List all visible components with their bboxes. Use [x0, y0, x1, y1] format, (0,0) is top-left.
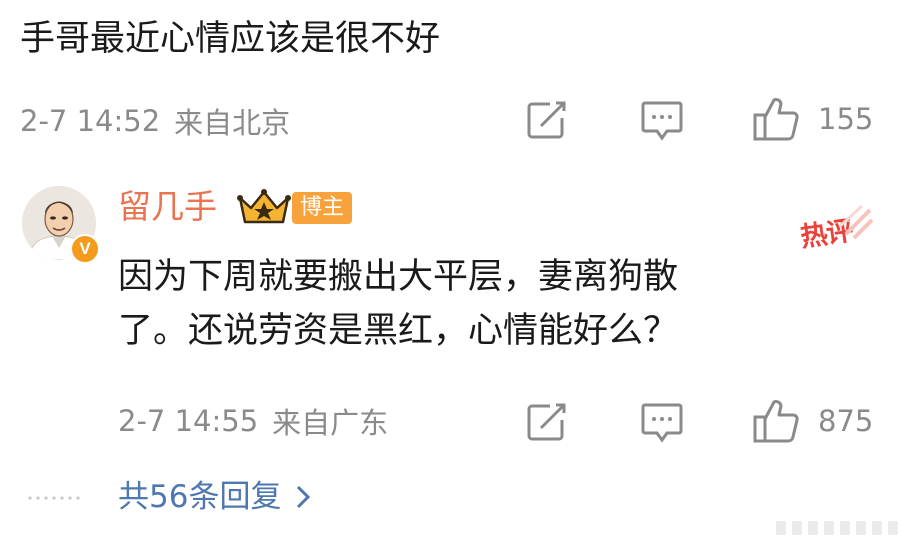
more-replies-label: 共56条回复 — [118, 479, 282, 515]
top-comment-button[interactable] — [640, 100, 684, 142]
comment-icon — [641, 101, 683, 141]
reply-text-line-1: 因为下周就要搬出大平层，妻离狗散 — [118, 257, 679, 297]
watermark — [776, 521, 898, 535]
top-like-count: 155 — [818, 102, 874, 136]
thread-dots-divider — [26, 496, 82, 500]
reply-location: 来自广东 — [272, 406, 389, 440]
verified-v-icon: V — [70, 234, 100, 264]
crown-icon — [236, 188, 292, 232]
comment-icon — [641, 403, 683, 443]
top-comment-location: 来自北京 — [174, 106, 291, 140]
thumbs-up-icon — [753, 98, 799, 141]
share-icon — [527, 403, 566, 441]
reply-like-button[interactable]: 875 — [752, 398, 873, 444]
blogger-badge: 博主 — [292, 192, 353, 224]
reply-like-count: 875 — [818, 404, 874, 438]
top-comment-time: 2-7 14:52 — [20, 104, 161, 138]
top-like-button[interactable]: 155 — [752, 96, 873, 142]
more-replies-link[interactable]: 共56条回复 — [118, 474, 311, 520]
top-comment-text: 手哥最近心情应该是很不好 — [20, 19, 441, 59]
reply-time: 2-7 14:55 — [118, 404, 259, 438]
top-share-button[interactable] — [526, 100, 568, 140]
thumbs-up-icon — [753, 400, 799, 443]
reply-text: 因为下周就要搬出大平层，妻离狗散 了。还说劳资是黑红，心情能好么？ — [118, 250, 878, 358]
reply-text-line-2: 了。还说劳资是黑红，心情能好么？ — [118, 311, 679, 351]
share-icon — [527, 101, 566, 139]
reply-comment-button[interactable] — [640, 402, 684, 444]
reply-share-button[interactable] — [526, 402, 568, 442]
reply-meta: 2-7 14:55 来自广东 — [118, 398, 388, 444]
chevron-right-icon — [297, 485, 311, 509]
reply-username[interactable]: 留几手 — [118, 184, 217, 230]
top-comment-meta: 2-7 14:52 来自北京 — [20, 98, 290, 144]
hot-stripes-icon — [838, 204, 874, 240]
